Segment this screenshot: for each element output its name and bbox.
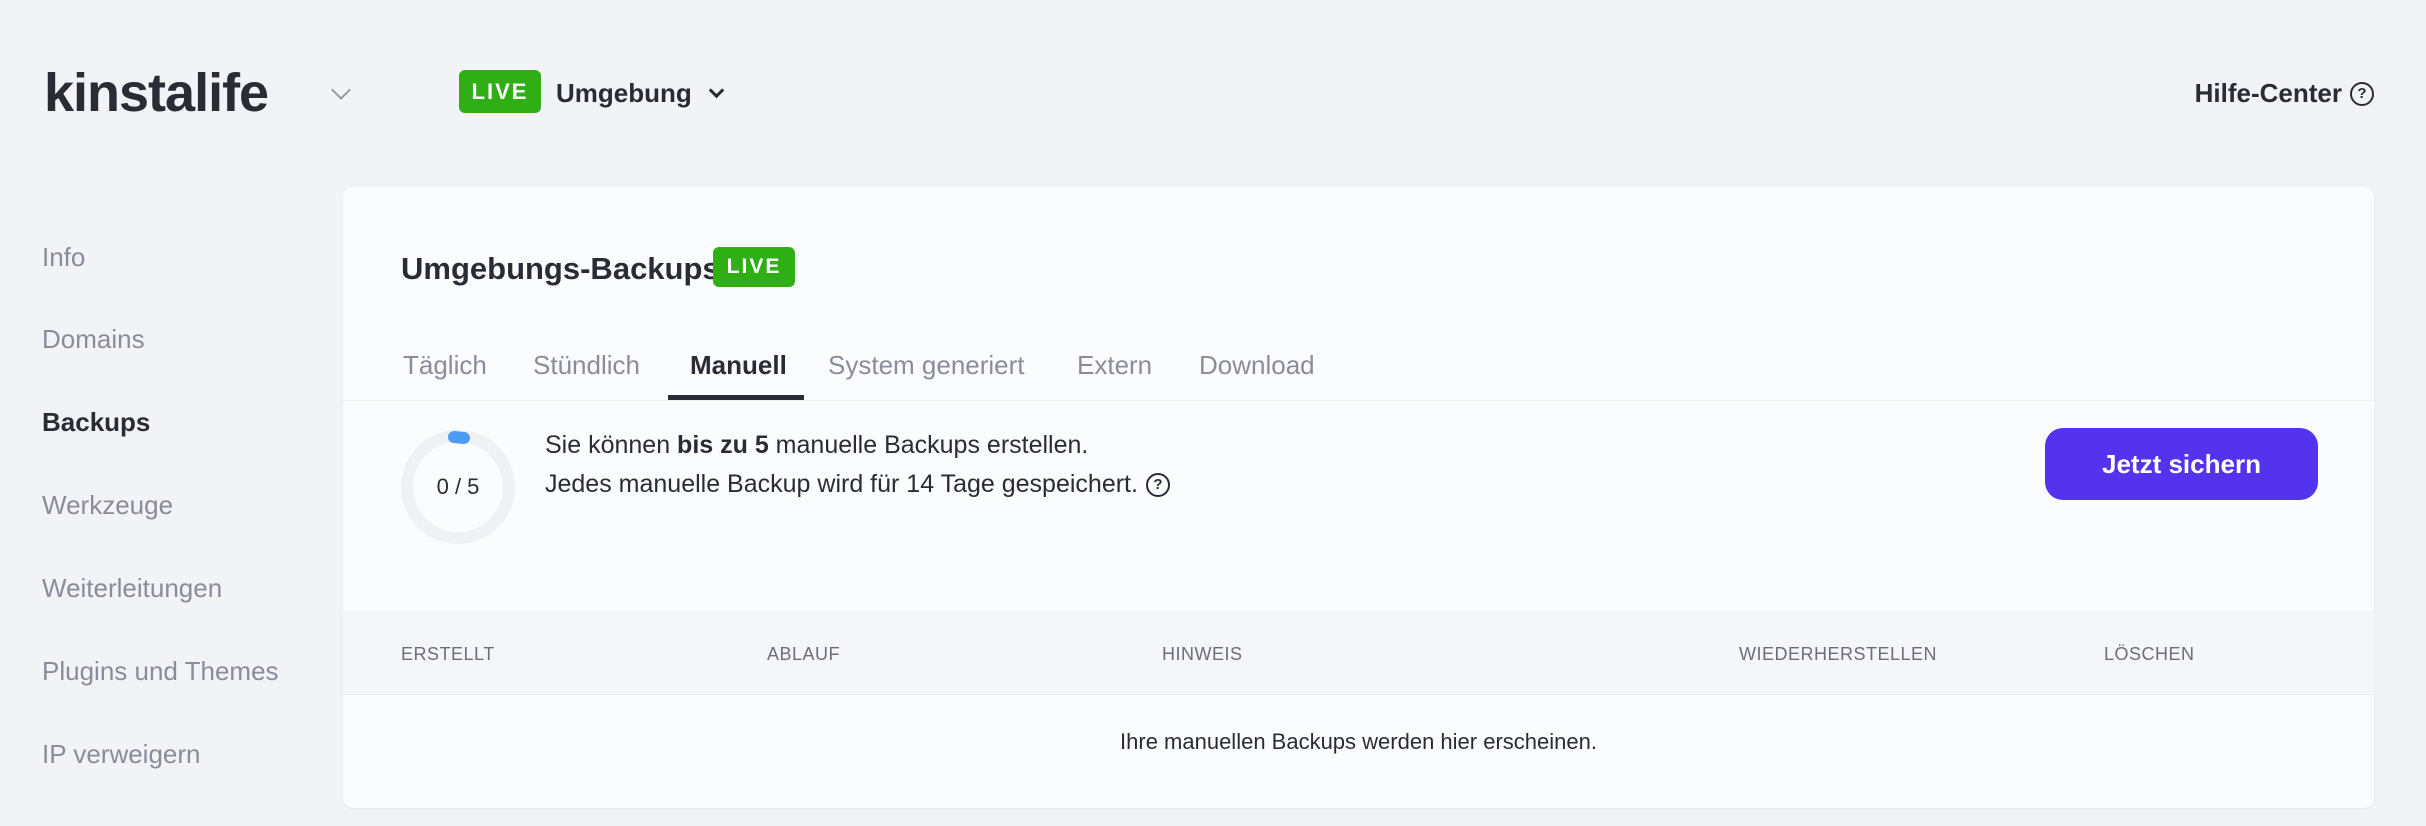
sidebar-item-werkzeuge[interactable]: Werkzeuge: [42, 490, 173, 521]
sidebar-item-info[interactable]: Info: [42, 242, 85, 273]
sidebar-item-backups[interactable]: Backups: [42, 407, 150, 438]
tab-stuendlich[interactable]: Stündlich: [533, 350, 640, 381]
backup-limit-text: Sie können bis zu 5 manuelle Backups ers…: [545, 431, 1088, 460]
backups-card: Umgebungs-Backups LIVE Täglich Stündlich…: [343, 187, 2374, 808]
backup-now-button[interactable]: Jetzt sichern: [2045, 428, 2318, 500]
col-hinweis: HINWEIS: [1162, 644, 1243, 664]
tab-extern[interactable]: Extern: [1077, 350, 1152, 381]
retention-text: Jedes manuelle Backup wird für 14 Tage g…: [545, 470, 1170, 499]
help-center-label: Hilfe-Center: [2194, 78, 2342, 108]
text: Sie können: [545, 431, 678, 459]
col-loeschen: LÖSCHEN: [2104, 644, 2195, 664]
empty-state-message: Ihre manuellen Backups werden hier ersch…: [1120, 729, 1597, 754]
limit-bold: bis zu 5: [677, 431, 769, 459]
live-badge: LIVE: [459, 70, 541, 113]
tabs-divider: [343, 400, 2374, 401]
environment-chevron-icon[interactable]: [708, 82, 725, 99]
tab-system-generiert[interactable]: System generiert: [828, 350, 1025, 381]
help-icon: ?: [2350, 81, 2374, 106]
sidebar-item-plugins-themes[interactable]: Plugins und Themes: [42, 656, 279, 687]
tab-download[interactable]: Download: [1199, 350, 1315, 381]
text: Jedes manuelle Backup wird für 14 Tage g…: [545, 470, 1138, 498]
tab-manuell[interactable]: Manuell: [690, 350, 787, 381]
help-center-link[interactable]: Hilfe-Center?: [2195, 78, 2374, 109]
tab-taeglich[interactable]: Täglich: [403, 350, 487, 381]
col-wiederherstellen: WIEDERHERSTELLEN: [1739, 644, 1938, 664]
sidebar-item-ip-verweigern[interactable]: IP verweigern: [42, 739, 201, 770]
site-name-logo[interactable]: kinstalife: [44, 62, 269, 124]
card-title: Umgebungs-Backups: [401, 251, 720, 286]
sidebar-item-weiterleitungen[interactable]: Weiterleitungen: [42, 573, 222, 604]
col-ablauf: ABLAUF: [767, 644, 841, 664]
table-header: ERSTELLT ABLAUF HINWEIS WIEDERHERSTELLEN…: [343, 610, 2374, 695]
info-help-icon[interactable]: ?: [1145, 472, 1170, 497]
ring-progress: [448, 431, 470, 444]
live-badge: LIVE: [713, 247, 795, 287]
sidebar-item-domains[interactable]: Domains: [42, 324, 145, 355]
col-erstellt: ERSTELLT: [401, 644, 495, 664]
site-switcher-chevron-icon[interactable]: [331, 80, 351, 100]
environment-selector[interactable]: Umgebung: [556, 78, 692, 109]
usage-count: 0 / 5: [436, 474, 480, 499]
text: manuelle Backups erstellen.: [768, 431, 1089, 459]
